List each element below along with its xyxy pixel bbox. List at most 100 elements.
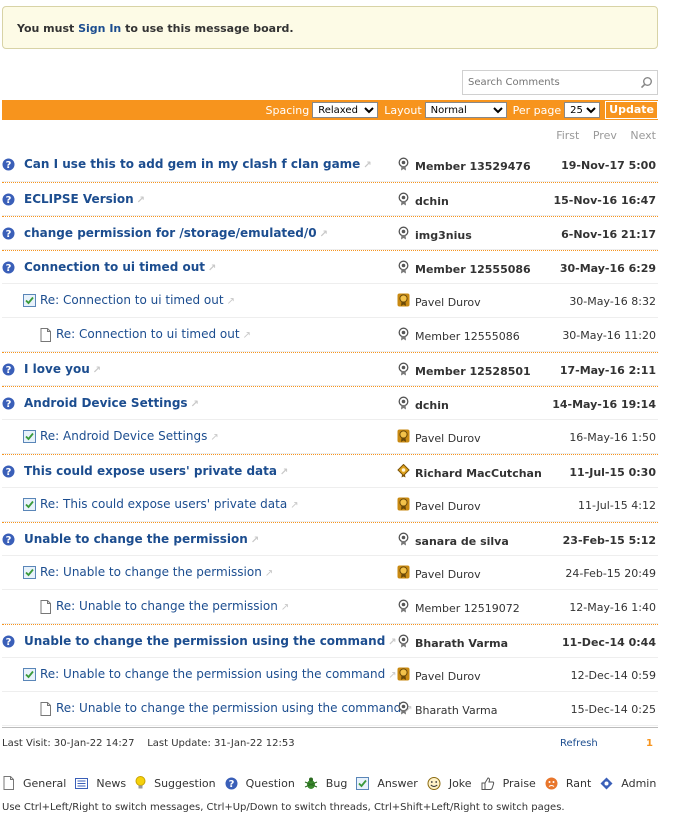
message-subject[interactable]: Re: Unable to change the permission usin… (40, 667, 397, 681)
message-subject-text[interactable]: Re: Unable to change the permission (56, 599, 278, 613)
message-subject[interactable]: change permission for /storage/emulated/… (24, 226, 328, 240)
message-subject-text[interactable]: Unable to change the permission (24, 532, 248, 546)
message-subject-text[interactable]: This could expose users' private data (24, 464, 277, 478)
message-subject[interactable]: Re: Unable to change the permission ↗ (40, 565, 273, 579)
pin-icon[interactable]: ↗ (93, 365, 101, 376)
message-author[interactable]: Member 12519072 (415, 602, 520, 615)
pin-icon[interactable]: ↗ (227, 296, 235, 307)
pin-icon[interactable]: ↗ (191, 399, 199, 410)
message-row[interactable]: ? Unable to change the permission using t… (2, 624, 658, 658)
message-subject-text[interactable]: Re: Unable to change the permission usin… (40, 667, 385, 681)
message-row[interactable]: ? change permission for /storage/emulated… (2, 216, 658, 250)
message-author[interactable]: Member 13529476 (415, 160, 531, 173)
message-author[interactable]: Pavel Durov (415, 500, 481, 513)
message-subject[interactable]: Connection to ui timed out ↗ (24, 260, 216, 274)
message-subject[interactable]: Unable to change the permission ↗ (24, 532, 259, 546)
message-subject-text[interactable]: change permission for /storage/emulated/… (24, 226, 317, 240)
message-row[interactable]: ? Unable to change the permission ↗ sanara … (2, 522, 658, 556)
pin-icon[interactable]: ↗ (243, 330, 251, 341)
message-subject[interactable]: This could expose users' private data ↗ (24, 464, 288, 478)
message-author[interactable]: Member 12555086 (415, 263, 531, 276)
message-subject[interactable]: Re: Android Device Settings ↗ (40, 429, 219, 443)
message-row[interactable]: ? Can I use this to add gem in my clash f… (2, 148, 658, 182)
first-link[interactable]: First (556, 129, 579, 142)
message-subject-text[interactable]: Re: This could expose users' private dat… (40, 497, 287, 511)
message-subject-text[interactable]: Re: Unable to change the permission usin… (56, 701, 401, 715)
message-subject-text[interactable]: ECLIPSE Version (24, 192, 134, 206)
message-row[interactable]: Re: Android Device Settings ↗ Pavel Durov 1… (2, 420, 658, 454)
message-subject[interactable]: Can I use this to add gem in my clash f … (24, 157, 372, 171)
prev-link[interactable]: Prev (593, 129, 617, 142)
message-subject-text[interactable]: Re: Android Device Settings (40, 429, 207, 443)
layout-select[interactable]: Normal (424, 102, 507, 118)
message-row[interactable]: Re: Unable to change the permission usin… (2, 692, 658, 726)
message-subject[interactable]: Re: This could expose users' private dat… (40, 497, 299, 511)
message-row[interactable]: Re: Unable to change the permission usin… (2, 658, 658, 692)
message-subject[interactable]: Re: Connection to ui timed out ↗ (56, 327, 251, 341)
message-subject-text[interactable]: Android Device Settings (24, 396, 188, 410)
message-row[interactable]: Re: This could expose users' private dat… (2, 488, 658, 522)
pin-icon[interactable]: ↗ (320, 229, 328, 240)
message-author[interactable]: Bharath Varma (415, 637, 508, 650)
pin-icon[interactable]: ↗ (280, 467, 288, 478)
message-author[interactable]: Pavel Durov (415, 670, 481, 683)
message-subject[interactable]: I love you ↗ (24, 362, 101, 376)
message-subject[interactable]: Unable to change the permission using th… (24, 634, 397, 648)
message-row[interactable]: Re: Unable to change the permission ↗ Pave… (2, 556, 658, 590)
message-author[interactable]: Pavel Durov (415, 296, 481, 309)
pin-icon[interactable]: ↗ (388, 670, 396, 681)
message-row[interactable]: ? Android Device Settings ↗ dchin 14-May-16 … (2, 386, 658, 420)
search-icon[interactable] (640, 76, 653, 92)
search-input[interactable] (466, 72, 636, 93)
message-author[interactable]: Member 12555086 (415, 330, 520, 343)
pin-icon[interactable]: ↗ (363, 160, 371, 171)
message-author[interactable]: dchin (415, 399, 449, 412)
refresh-link[interactable]: Refresh (560, 738, 598, 749)
legend-label: General (23, 776, 67, 790)
sign-in-link[interactable]: Sign In (78, 22, 121, 35)
pin-icon[interactable]: ↗ (265, 568, 273, 579)
message-author[interactable]: Member 12528501 (415, 365, 531, 378)
next-link[interactable]: Next (630, 129, 656, 142)
question-icon: ? (2, 158, 15, 171)
member-icon (397, 157, 410, 171)
message-subject-text[interactable]: I love you (24, 362, 90, 376)
per-page-select[interactable]: 25 (564, 102, 601, 118)
message-subject[interactable]: Re: Connection to ui timed out ↗ (40, 293, 235, 307)
message-author[interactable]: img3nius (415, 229, 472, 242)
page-number[interactable]: 1 (646, 738, 653, 749)
pin-icon[interactable]: ↗ (290, 500, 298, 511)
update-button[interactable]: Update (605, 101, 658, 119)
message-author[interactable]: Richard MacCutchan (415, 467, 542, 480)
pin-icon[interactable]: ↗ (208, 263, 216, 274)
message-row[interactable]: ? Connection to ui timed out ↗ Member 12555… (2, 250, 658, 284)
message-subject-text[interactable]: Connection to ui timed out (24, 260, 205, 274)
message-row[interactable]: ? ECLIPSE Version ↗ dchin 15-Nov-16 16:47 (2, 182, 658, 216)
message-row[interactable]: ? I love you ↗ Member 12528501 17-May-16 2:1… (2, 352, 658, 386)
message-subject-text[interactable]: Re: Connection to ui timed out (40, 293, 224, 307)
member-icon (397, 327, 410, 341)
message-author[interactable]: Pavel Durov (415, 432, 481, 445)
message-subject-text[interactable]: Unable to change the permission using th… (24, 634, 385, 648)
message-row[interactable]: Re: Connection to ui timed out ↗ Member 12… (2, 318, 658, 352)
pin-icon[interactable]: ↗ (137, 195, 145, 206)
message-author[interactable]: Bharath Varma (415, 704, 498, 717)
spacing-select[interactable]: Relaxed (312, 102, 379, 118)
pin-icon[interactable]: ↗ (210, 432, 218, 443)
message-author[interactable]: dchin (415, 195, 449, 208)
message-subject[interactable]: ECLIPSE Version ↗ (24, 192, 145, 206)
message-subject-text[interactable]: Re: Connection to ui timed out (56, 327, 240, 341)
message-row[interactable]: ? This could expose users' private data ↗ R… (2, 454, 658, 488)
pin-icon[interactable]: ↗ (251, 535, 259, 546)
message-author[interactable]: Pavel Durov (415, 568, 481, 581)
message-row[interactable]: Re: Connection to ui timed out ↗ Pavel Dur… (2, 284, 658, 318)
message-subject-text[interactable]: Can I use this to add gem in my clash f … (24, 157, 360, 171)
pin-icon[interactable]: ↗ (281, 602, 289, 613)
message-subject-text[interactable]: Re: Unable to change the permission (40, 565, 262, 579)
pin-icon[interactable]: ↗ (388, 637, 396, 648)
message-subject[interactable]: Re: Unable to change the permission ↗ (56, 599, 289, 613)
message-subject[interactable]: Android Device Settings ↗ (24, 396, 199, 410)
message-author[interactable]: sanara de silva (415, 535, 509, 548)
message-row[interactable]: Re: Unable to change the permission ↗ Memb… (2, 590, 658, 624)
message-subject[interactable]: Re: Unable to change the permission usin… (56, 701, 413, 715)
